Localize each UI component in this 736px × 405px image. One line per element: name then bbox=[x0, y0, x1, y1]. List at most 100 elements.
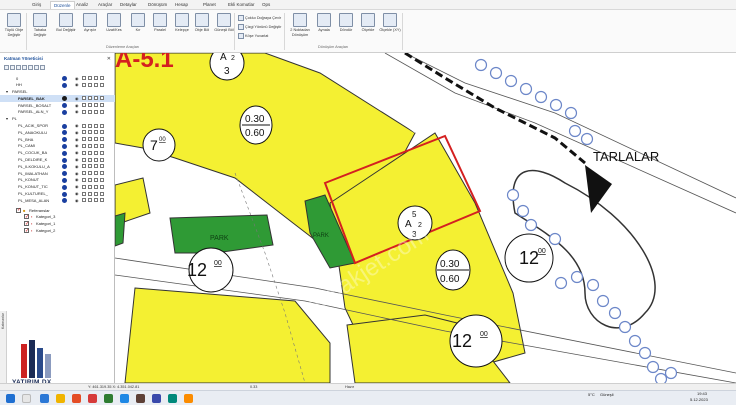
layer-row[interactable]: PARSEL_ALN_Y ◉ bbox=[0, 109, 115, 116]
layer-option-checkbox[interactable] bbox=[82, 109, 86, 114]
reference-row[interactable]: ▪Kategori_1 bbox=[0, 221, 115, 228]
layer-option-checkbox[interactable] bbox=[82, 198, 86, 203]
layer-row[interactable]: PL_ACIK_SPOR ◉ bbox=[0, 123, 115, 130]
layer-option-checkbox[interactable] bbox=[82, 171, 86, 176]
ribbon-button[interactable]: Uzat/Kes bbox=[102, 12, 126, 46]
ribbon-transform-button[interactable]: Ölçekle bbox=[356, 12, 380, 46]
layer-color-swatch[interactable] bbox=[62, 103, 67, 109]
visibility-icon[interactable]: ◉ bbox=[75, 191, 79, 196]
visibility-icon[interactable]: ◉ bbox=[75, 103, 79, 108]
layer-color-swatch[interactable] bbox=[62, 177, 67, 183]
layer-option-checkbox[interactable] bbox=[82, 123, 86, 128]
expand-icon[interactable]: ▾ bbox=[6, 89, 8, 94]
layer-option-checkbox[interactable] bbox=[94, 76, 98, 80]
layer-color-swatch[interactable] bbox=[62, 198, 67, 204]
layer-option-checkbox[interactable] bbox=[82, 143, 86, 148]
layer-option-checkbox[interactable] bbox=[94, 96, 98, 101]
layer-row[interactable]: PARSEL_BOSALT ◉ bbox=[0, 102, 115, 109]
layer-color-swatch[interactable] bbox=[62, 143, 67, 149]
layer-option-checkbox[interactable] bbox=[82, 184, 86, 189]
layer-option-checkbox[interactable] bbox=[88, 198, 92, 203]
new-layer-icon[interactable] bbox=[4, 65, 9, 70]
visibility-icon[interactable]: ◉ bbox=[75, 171, 79, 176]
ribbon-small-button[interactable]: Çizgi Yönünü Değiştir bbox=[238, 24, 281, 30]
ribbon-button[interactable]: Bul Değiştir bbox=[54, 12, 78, 46]
layer-color-swatch[interactable] bbox=[62, 150, 67, 156]
layer-option-checkbox[interactable] bbox=[100, 137, 104, 142]
settings-icon[interactable] bbox=[34, 65, 39, 70]
visibility-icon[interactable]: ◉ bbox=[75, 184, 79, 189]
filter-icon[interactable] bbox=[16, 65, 21, 70]
map-canvas[interactable]: A-5.1 A 2 3 0.30 0.60 7 00 5 A 2 3 0.30 … bbox=[115, 53, 736, 383]
expand-icon[interactable]: ▾ bbox=[6, 116, 8, 121]
layer-option-checkbox[interactable] bbox=[100, 143, 104, 148]
layer-row[interactable]: PL ▾ bbox=[0, 116, 115, 123]
layer-option-checkbox[interactable] bbox=[88, 184, 92, 189]
layer-color-swatch[interactable] bbox=[62, 184, 67, 190]
folder-icon[interactable] bbox=[56, 394, 65, 403]
ribbon-button[interactable]: Ayrıştır bbox=[78, 12, 102, 46]
layer-row[interactable]: PL_DELDIRE_K ◉ bbox=[0, 157, 115, 164]
layer-option-checkbox[interactable] bbox=[94, 198, 98, 203]
references-group[interactable]: ■Referanslar bbox=[0, 207, 115, 214]
menu-tab[interactable]: Hesap bbox=[175, 2, 188, 7]
visibility-icon[interactable]: ◉ bbox=[75, 82, 79, 87]
layer-option-checkbox[interactable] bbox=[82, 130, 86, 135]
menu-tab[interactable]: Planet bbox=[203, 2, 216, 7]
app-icon[interactable] bbox=[104, 394, 113, 403]
visibility-icon[interactable]: ◉ bbox=[75, 137, 79, 142]
layer-option-checkbox[interactable] bbox=[82, 150, 86, 155]
ribbon-transform-button[interactable]: 2 Noktadan Dönüşüm bbox=[288, 12, 312, 46]
layer-option-checkbox[interactable] bbox=[94, 150, 98, 155]
layer-option-checkbox[interactable] bbox=[94, 82, 98, 87]
visibility-icon[interactable]: ◉ bbox=[75, 76, 79, 81]
layer-row[interactable]: PARSEL_BAK ◉ bbox=[0, 95, 115, 103]
app-icon[interactable] bbox=[184, 394, 193, 403]
layer-option-checkbox[interactable] bbox=[100, 76, 104, 80]
layer-option-checkbox[interactable] bbox=[94, 103, 98, 108]
layer-row[interactable]: PL_BHA ◉ bbox=[0, 136, 115, 143]
layer-option-checkbox[interactable] bbox=[100, 96, 104, 101]
lock-icon[interactable] bbox=[40, 65, 45, 70]
layer-option-checkbox[interactable] bbox=[88, 157, 92, 162]
app-icon[interactable] bbox=[88, 394, 97, 403]
ribbon-button[interactable]: Paralel bbox=[148, 12, 172, 46]
reference-row[interactable]: ▪Kategori_2 bbox=[0, 228, 115, 235]
visibility-icon[interactable]: ◉ bbox=[75, 130, 79, 135]
layer-option-checkbox[interactable] bbox=[82, 177, 86, 182]
visibility-icon[interactable]: ◉ bbox=[75, 96, 79, 101]
layer-color-swatch[interactable] bbox=[62, 123, 67, 129]
visibility-icon[interactable]: ◉ bbox=[75, 143, 79, 148]
layer-option-checkbox[interactable] bbox=[82, 157, 86, 162]
layer-option-checkbox[interactable] bbox=[82, 82, 86, 87]
reference-checkbox[interactable] bbox=[24, 214, 29, 220]
layer-option-checkbox[interactable] bbox=[100, 109, 104, 114]
ribbon-button[interactable]: Tüplü Obje Değiştir bbox=[2, 12, 26, 46]
layer-option-checkbox[interactable] bbox=[94, 109, 98, 114]
layer-color-swatch[interactable] bbox=[62, 82, 67, 88]
layer-option-checkbox[interactable] bbox=[100, 150, 104, 155]
layer-row[interactable]: PL_KONUT ◉ bbox=[0, 177, 115, 184]
visibility-icon[interactable]: ◉ bbox=[75, 157, 79, 162]
menu-tab[interactable]: Giriş bbox=[32, 2, 41, 7]
layer-option-checkbox[interactable] bbox=[94, 184, 98, 189]
start-icon[interactable] bbox=[6, 394, 15, 403]
visibility-icon[interactable]: ◉ bbox=[75, 150, 79, 155]
layer-color-swatch[interactable] bbox=[62, 157, 67, 163]
layer-option-checkbox[interactable] bbox=[88, 103, 92, 108]
layer-option-checkbox[interactable] bbox=[94, 130, 98, 135]
clock-time[interactable]: 19:43 bbox=[697, 391, 707, 396]
layer-option-checkbox[interactable] bbox=[88, 177, 92, 182]
reference-checkbox[interactable] bbox=[24, 228, 29, 234]
layer-row[interactable]: PL_ANAOKULU ◉ bbox=[0, 129, 115, 136]
layer-color-swatch[interactable] bbox=[62, 164, 67, 170]
layer-color-swatch[interactable] bbox=[62, 191, 67, 197]
layer-option-checkbox[interactable] bbox=[100, 191, 104, 196]
layer-row[interactable]: PL_IMALATHAN ◉ bbox=[0, 170, 115, 177]
layer-row[interactable]: PL_COCUK_BA ◉ bbox=[0, 150, 115, 157]
expand-icon[interactable] bbox=[22, 65, 27, 70]
layer-row[interactable]: HH ◉ bbox=[0, 82, 115, 89]
layer-option-checkbox[interactable] bbox=[82, 191, 86, 196]
layer-option-checkbox[interactable] bbox=[88, 82, 92, 87]
menu-tab[interactable]: Analiz bbox=[76, 2, 88, 7]
